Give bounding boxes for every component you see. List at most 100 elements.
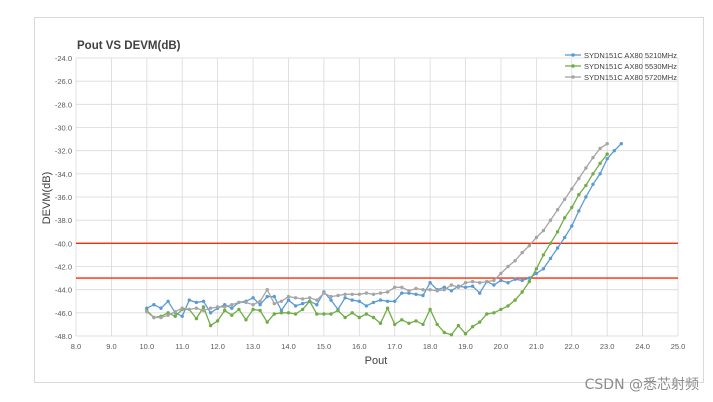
data-point (223, 308, 227, 313)
data-point (145, 310, 149, 314)
data-point (605, 142, 609, 146)
data-point (520, 290, 524, 294)
data-point (279, 299, 284, 303)
data-point (329, 312, 333, 316)
data-point (258, 308, 262, 313)
data-point (286, 298, 291, 302)
data-point (456, 285, 461, 289)
data-point (435, 322, 439, 327)
data-point (201, 299, 206, 303)
data-point (378, 291, 383, 295)
x-tick-label: 21.0 (529, 342, 544, 351)
data-point (442, 330, 446, 335)
data-point (393, 285, 397, 289)
data-point (265, 288, 269, 292)
data-point (166, 313, 170, 317)
data-point (605, 157, 609, 161)
data-point (485, 312, 489, 316)
data-point (208, 311, 213, 315)
data-point (343, 296, 347, 300)
data-point (244, 300, 248, 305)
data-point (577, 176, 581, 181)
data-point (258, 303, 262, 307)
data-point (478, 291, 482, 295)
data-point (449, 289, 454, 293)
data-point (166, 299, 170, 303)
legend-marker (571, 75, 575, 79)
data-point (308, 299, 312, 303)
data-point (421, 288, 425, 292)
data-point (385, 306, 390, 310)
data-point (215, 305, 220, 309)
data-point (548, 218, 553, 222)
data-point (244, 318, 248, 322)
x-tick-label: 14.0 (281, 342, 296, 351)
data-point (393, 299, 397, 303)
legend-marker (571, 64, 575, 68)
chart-title: Pout VS DEVM(dB) (77, 40, 181, 52)
series-2 (145, 152, 609, 337)
data-point (180, 314, 184, 318)
data-point (449, 283, 454, 287)
y-tick-label: -30.0 (55, 124, 72, 133)
data-point (378, 321, 383, 325)
data-point (499, 271, 503, 276)
data-point (230, 303, 234, 307)
data-point (400, 318, 404, 322)
data-point (300, 301, 305, 306)
data-point (506, 304, 510, 308)
data-point (385, 299, 390, 303)
data-point (463, 332, 468, 336)
data-point (180, 306, 184, 310)
data-point (428, 307, 432, 312)
data-point (563, 235, 567, 240)
data-point (300, 297, 305, 301)
x-tick-label: 12.0 (210, 342, 225, 351)
data-point (584, 166, 588, 170)
devm-chart: Pout VS DEVM(dB) -24.0 -26.0 -28.0 -30.0 -32… (41, 40, 686, 367)
data-point (201, 308, 206, 313)
data-point (279, 311, 284, 315)
data-point (421, 322, 425, 327)
legend-label: SYDN151C AX80 5530MHz (584, 62, 677, 71)
data-point (322, 291, 326, 295)
data-point (208, 306, 213, 310)
data-point (223, 305, 227, 309)
data-point (442, 288, 446, 292)
data-point (286, 311, 291, 315)
data-point (251, 296, 255, 300)
data-point (293, 304, 298, 308)
x-tick-label: 23.0 (600, 342, 615, 351)
x-tick-label: 19.0 (458, 342, 473, 351)
x-tick-label: 25.0 (671, 342, 686, 351)
data-point (173, 314, 177, 318)
data-point (520, 250, 524, 255)
y-tick-label: -32.0 (55, 147, 72, 156)
data-point (159, 315, 163, 320)
data-point (357, 299, 361, 303)
x-tick-labels: 8.0 9.0 10.0 11.0 12.0 13.0 14.0 15.0 16.0 17.0 18… (71, 342, 686, 351)
legend-label: SYDN151C AX80 5720MHz (584, 73, 677, 82)
data-point (513, 259, 517, 263)
legend-marker (571, 53, 575, 57)
x-tick-label: 18.0 (423, 342, 438, 351)
data-point (527, 279, 531, 284)
data-point (534, 267, 539, 271)
data-point (506, 281, 510, 285)
data-point (463, 285, 468, 289)
series-group (145, 142, 623, 337)
data-point (421, 293, 425, 298)
x-tick-label: 10.0 (140, 342, 155, 351)
data-point (322, 312, 326, 316)
data-point (612, 149, 616, 153)
data-point (492, 311, 496, 315)
data-point (350, 311, 354, 315)
data-point (293, 296, 298, 300)
data-point (414, 292, 418, 296)
x-tick-label: 15.0 (317, 342, 332, 351)
data-point (371, 315, 376, 320)
data-point (400, 285, 404, 289)
data-point (300, 307, 305, 312)
data-point (555, 230, 560, 234)
data-point (414, 319, 418, 323)
